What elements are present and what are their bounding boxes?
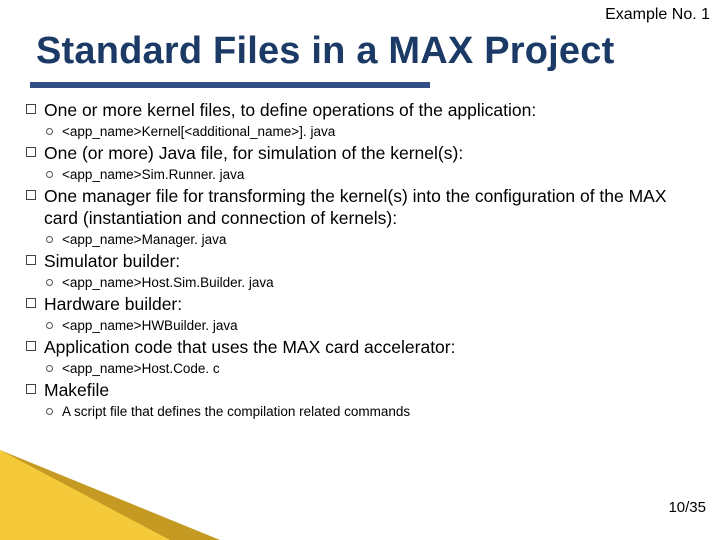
ring-bullet-icon [46,365,53,372]
sub-item: <app_name>Manager. java [44,231,702,249]
sub-item-text: A script file that defines the compilati… [62,404,410,419]
sub-item-text: <app_name>HWBuilder. java [62,318,238,333]
corner-decoration [0,450,220,540]
sub-item-text: <app_name>Kernel[<additional_name>]. jav… [62,124,335,139]
sub-item-text: <app_name>Host.Sim.Builder. java [62,275,274,290]
list-item: One (or more) Java file, for simulation … [24,143,702,184]
item-text: One (or more) Java file, for simulation … [44,143,702,165]
example-number: Example No. 1 [605,6,710,24]
list-item: One or more kernel files, to define oper… [24,100,702,141]
sub-item: <app_name>Host.Sim.Builder. java [44,274,702,292]
square-bullet-icon [26,341,36,351]
page-number: 10/35 [668,499,706,516]
square-bullet-icon [26,384,36,394]
item-text: Hardware builder: [44,294,702,316]
square-bullet-icon [26,255,36,265]
sub-item: <app_name>Kernel[<additional_name>]. jav… [44,123,702,141]
list-item: Simulator builder: <app_name>Host.Sim.Bu… [24,251,702,292]
list-item: One manager file for transforming the ke… [24,186,702,249]
sub-item-text: <app_name>Sim.Runner. java [62,167,244,182]
bullet-list: One or more kernel files, to define oper… [24,100,702,422]
item-text: One manager file for transforming the ke… [44,186,702,230]
list-item: Makefile A script file that defines the … [24,380,702,421]
sub-item: <app_name>Sim.Runner. java [44,166,702,184]
sub-item-text: <app_name>Host.Code. c [62,361,220,376]
ring-bullet-icon [46,171,53,178]
ring-bullet-icon [46,279,53,286]
sub-item: <app_name>HWBuilder. java [44,317,702,335]
ring-bullet-icon [46,236,53,243]
square-bullet-icon [26,147,36,157]
item-text: Simulator builder: [44,251,702,273]
ring-bullet-icon [46,128,53,135]
ring-bullet-icon [46,322,53,329]
list-item: Hardware builder: <app_name>HWBuilder. j… [24,294,702,335]
sub-item-text: <app_name>Manager. java [62,232,226,247]
square-bullet-icon [26,190,36,200]
square-bullet-icon [26,298,36,308]
slide-title: Standard Files in a MAX Project [36,30,614,73]
list-item: Application code that uses the MAX card … [24,337,702,378]
item-text: One or more kernel files, to define oper… [44,100,702,122]
sub-item: <app_name>Host.Code. c [44,360,702,378]
square-bullet-icon [26,104,36,114]
sub-item: A script file that defines the compilati… [44,403,702,421]
item-text: Makefile [44,380,702,402]
ring-bullet-icon [46,408,53,415]
content-area: One or more kernel files, to define oper… [24,100,702,424]
item-text: Application code that uses the MAX card … [44,337,702,359]
title-underline [30,82,430,88]
